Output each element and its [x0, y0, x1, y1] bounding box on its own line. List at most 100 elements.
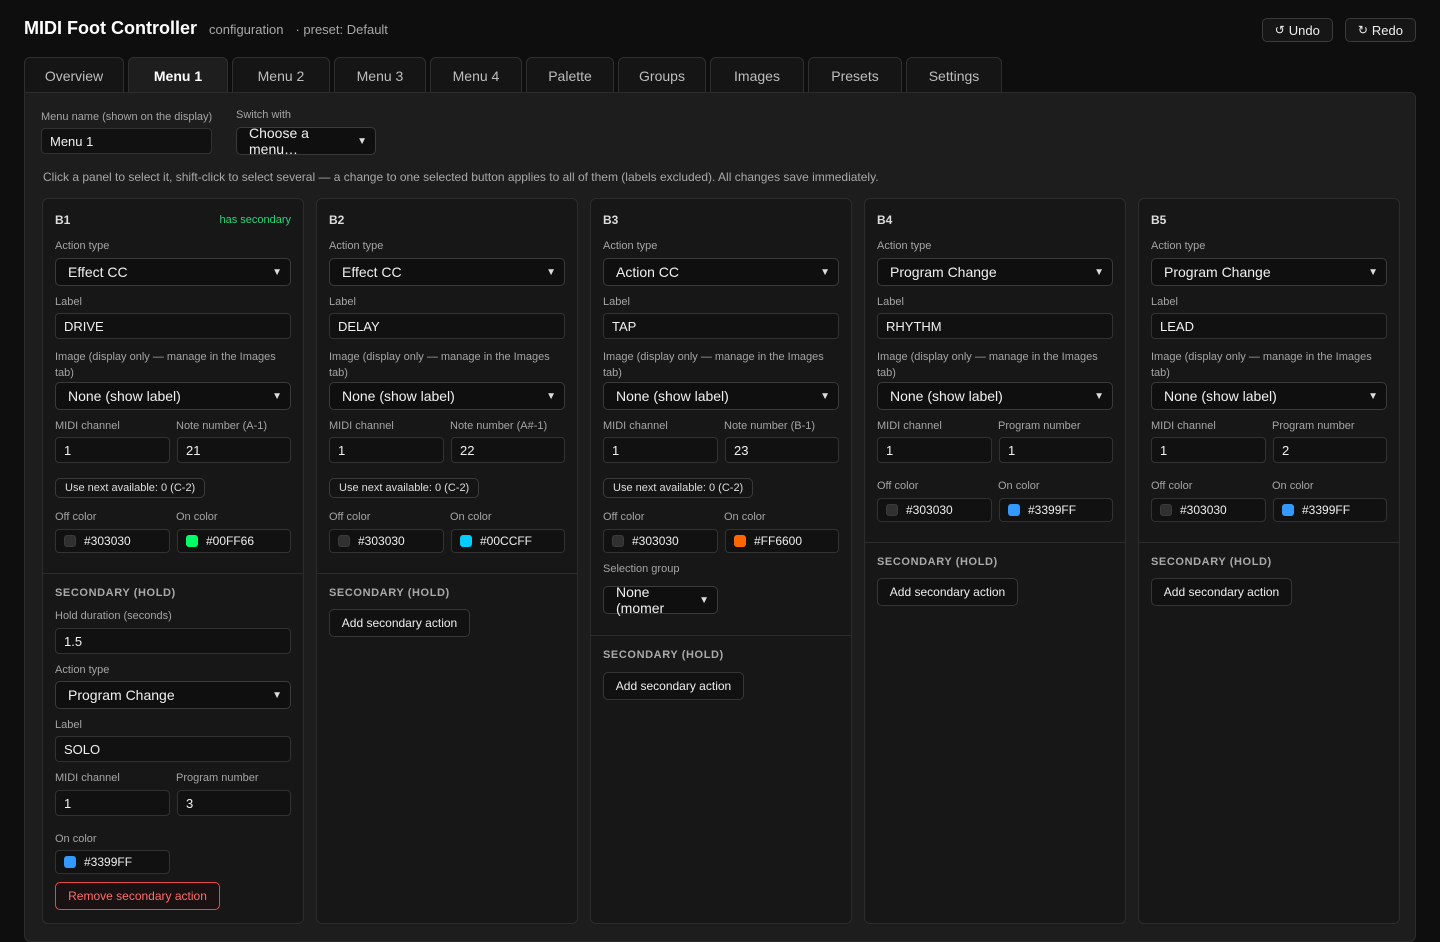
action-type-select[interactable]: Effect CC ▼ — [329, 258, 565, 286]
secondary-midi-channel-input[interactable]: 1 — [55, 790, 170, 816]
image-select[interactable]: None (show label) ▼ — [877, 382, 1113, 410]
midi-channel-input[interactable]: 1 — [329, 437, 444, 463]
tab-menu-2[interactable]: Menu 2 — [232, 57, 330, 93]
on-color-picker[interactable]: #00CCFF — [451, 529, 565, 553]
off-color-picker[interactable]: #303030 — [877, 498, 992, 522]
add-secondary-button[interactable]: Add secondary action — [1151, 578, 1292, 606]
action-type-select[interactable]: Program Change ▼ — [1151, 258, 1387, 286]
off-color-swatch — [338, 535, 350, 547]
button-panel-b5[interactable]: B5 Action type Program Change ▼ Label LE… — [1138, 198, 1400, 924]
secondary-on-color-picker[interactable]: #3399FF — [55, 850, 170, 874]
undo-button[interactable]: ↺ Undo — [1261, 18, 1333, 42]
label-input[interactable]: RHYTHM — [877, 313, 1113, 339]
app-subtitle: configuration — [208, 22, 284, 37]
secondary-action-type-label: Action type — [55, 664, 110, 676]
image-select[interactable]: None (show label) ▼ — [603, 382, 839, 410]
selection-group-value: None (momer — [616, 584, 665, 616]
secondary-title: SECONDARY (HOLD) — [877, 556, 998, 568]
label-input[interactable]: DELAY — [329, 313, 565, 339]
tab-settings[interactable]: Settings — [906, 57, 1002, 93]
image-select[interactable]: None (show label) ▼ — [55, 382, 291, 410]
label-input[interactable]: TAP — [603, 313, 839, 339]
label-input[interactable]: DRIVE — [55, 313, 291, 339]
switch-menu-select[interactable]: Choose a menu… ▼ — [236, 125, 376, 157]
program-number-input[interactable]: 2 — [1273, 437, 1387, 463]
image-select[interactable]: None (show label) ▼ — [1151, 382, 1387, 410]
on-color-swatch — [734, 535, 746, 547]
on-color-value: #3399FF — [1302, 503, 1351, 517]
midi-channel-input[interactable]: 1 — [603, 437, 718, 463]
tab-groups[interactable]: Groups — [618, 57, 706, 93]
secondary-title: SECONDARY (HOLD) — [603, 649, 724, 661]
chevron-down-icon: ▼ — [1368, 266, 1378, 278]
redo-button[interactable]: ↻ Redo — [1344, 18, 1416, 42]
menu-name-input[interactable]: Menu 1 — [41, 128, 212, 154]
off-color-picker[interactable]: #303030 — [329, 529, 444, 553]
action-type-select[interactable]: Program Change ▼ — [877, 258, 1113, 286]
off-color-label: Off color — [55, 511, 97, 523]
button-panel-b4[interactable]: B4 Action type Program Change ▼ Label RH… — [864, 198, 1126, 924]
on-color-picker[interactable]: #3399FF — [1273, 498, 1387, 522]
redo-icon: ↻ — [1357, 23, 1368, 37]
midi-channel-input[interactable]: 1 — [877, 437, 992, 463]
note-number-input[interactable]: 21 — [177, 437, 291, 463]
off-color-value: #303030 — [632, 534, 679, 548]
note-number-label: Note number (A#-1) — [450, 420, 548, 432]
button-panel-b3[interactable]: B3 Action type Action CC ▼ Label TAP Ima… — [590, 198, 852, 924]
image-value: None (show label) — [1164, 388, 1277, 404]
program-number-input[interactable]: 1 — [999, 437, 1113, 463]
off-color-picker[interactable]: #303030 — [603, 529, 718, 553]
secondary-badge: has secondary — [219, 214, 291, 226]
secondary-program-number-label: Program number — [176, 772, 259, 784]
label-input[interactable]: LEAD — [1151, 313, 1387, 339]
image-select[interactable]: None (show label) ▼ — [329, 382, 565, 410]
on-color-picker[interactable]: #FF6600 — [725, 529, 839, 553]
secondary-label-label: Label — [55, 719, 82, 731]
on-color-swatch — [460, 535, 472, 547]
note-number-input[interactable]: 22 — [451, 437, 565, 463]
off-color-swatch — [612, 535, 624, 547]
tab-menu-3[interactable]: Menu 3 — [334, 57, 426, 93]
on-color-value: #00FF66 — [206, 534, 255, 548]
action-type-select[interactable]: Effect CC ▼ — [55, 258, 291, 286]
add-secondary-button[interactable]: Add secondary action — [329, 609, 470, 637]
hold-duration-input[interactable]: 1.5 — [55, 628, 291, 654]
chevron-down-icon: ▼ — [546, 266, 556, 278]
off-color-label: Off color — [1151, 480, 1193, 492]
tab-overview[interactable]: Overview — [24, 57, 124, 93]
secondary-label-input[interactable]: SOLO — [55, 736, 291, 762]
use-next-available-button[interactable]: Use next available: 0 (C-2) — [603, 478, 754, 498]
menu-name-label: Menu name (shown on the display) — [41, 111, 213, 123]
use-next-available-button[interactable]: Use next available: 0 (C-2) — [329, 478, 480, 498]
remove-secondary-button[interactable]: Remove secondary action — [55, 882, 220, 910]
use-next-available-button[interactable]: Use next available: 0 (C-2) — [55, 478, 206, 498]
button-panel-b2[interactable]: B2 Action type Effect CC ▼ Label DELAY I… — [316, 198, 578, 924]
tab-menu-1[interactable]: Menu 1 — [128, 57, 228, 93]
off-color-swatch — [1160, 504, 1172, 516]
off-color-picker[interactable]: #303030 — [55, 529, 170, 553]
on-color-picker[interactable]: #00FF66 — [177, 529, 291, 553]
secondary-action-type-select[interactable]: Program Change ▼ — [55, 681, 291, 709]
hold-duration-label: Hold duration (seconds) — [55, 610, 172, 622]
action-type-label: Action type — [603, 240, 658, 252]
on-color-picker[interactable]: #3399FF — [999, 498, 1113, 522]
add-secondary-button[interactable]: Add secondary action — [877, 578, 1018, 606]
selection-group-select[interactable]: None (momer ▼ — [603, 584, 718, 616]
add-secondary-button[interactable]: Add secondary action — [603, 672, 744, 700]
tab-menu-4[interactable]: Menu 4 — [430, 57, 522, 93]
midi-channel-input[interactable]: 1 — [55, 437, 170, 463]
action-type-select[interactable]: Action CC ▼ — [603, 258, 839, 286]
action-type-label: Action type — [55, 240, 110, 252]
chevron-down-icon: ▼ — [272, 390, 282, 402]
tab-presets[interactable]: Presets — [808, 57, 902, 93]
off-color-picker[interactable]: #303030 — [1151, 498, 1266, 522]
secondary-program-number-input[interactable]: 3 — [177, 790, 291, 816]
tab-palette[interactable]: Palette — [526, 57, 614, 93]
note-number-label: Note number (B-1) — [724, 420, 816, 432]
button-name: B4 — [877, 213, 893, 227]
note-number-input[interactable]: 23 — [725, 437, 839, 463]
tab-images[interactable]: Images — [710, 57, 804, 93]
button-name: B2 — [329, 213, 345, 227]
midi-channel-input[interactable]: 1 — [1151, 437, 1266, 463]
button-panel-b1[interactable]: B1 has secondary Action type Effect CC ▼… — [42, 198, 304, 924]
